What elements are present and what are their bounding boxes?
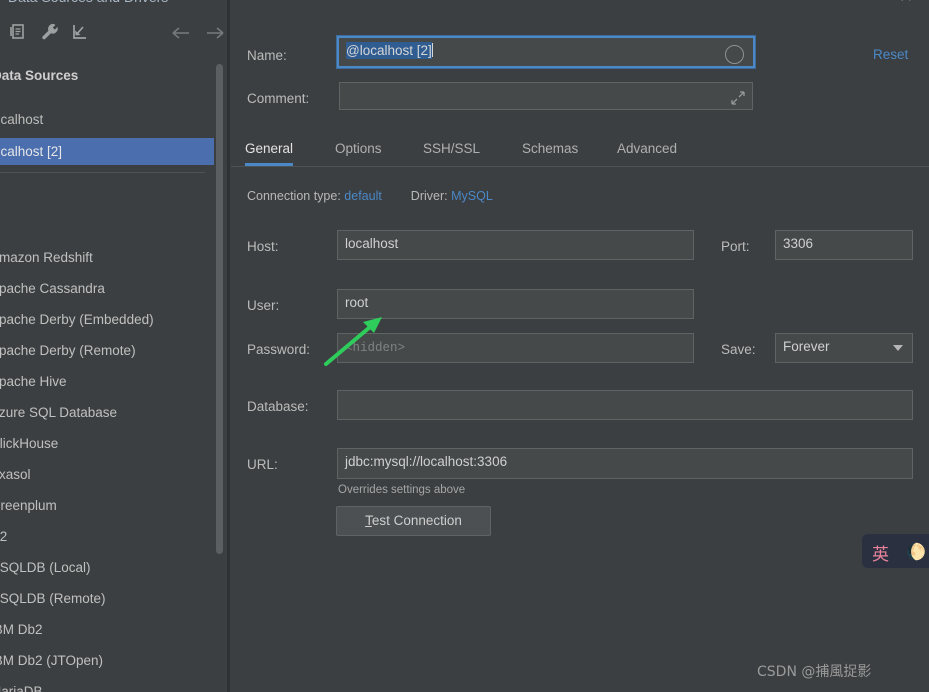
chevron-down-icon: [893, 345, 903, 351]
wrench-icon[interactable]: [38, 20, 62, 44]
close-icon[interactable]: ✕: [897, 0, 915, 6]
driver-item-hsqldb-local[interactable]: HSQLDB (Local): [0, 552, 214, 583]
watermark: CSDN @捕風捉影: [757, 664, 872, 680]
url-label: URL:: [247, 457, 278, 472]
driver-label: Driver:: [410, 189, 448, 203]
moon-icon: 🌔: [906, 544, 926, 561]
driver-item-apache-derby-embedded[interactable]: Apache Derby (Embedded): [0, 304, 214, 335]
driver-item-amazon-redshift[interactable]: Amazon Redshift: [0, 242, 214, 273]
driver-item-greenplum[interactable]: Greenplum: [0, 490, 214, 521]
password-placeholder: <hidden>: [345, 341, 406, 355]
ime-indicator[interactable]: 英 🌔: [862, 534, 929, 568]
url-hint: Overrides settings above: [338, 484, 466, 496]
tab-ssh-ssl[interactable]: SSH/SSL: [423, 134, 480, 166]
connection-tabs[interactable]: General Options SSH/SSL Schemas Advanced: [231, 134, 929, 168]
database-input[interactable]: [337, 390, 913, 420]
panel-divider: [227, 0, 230, 692]
driver-value[interactable]: MySQL: [451, 189, 493, 203]
connection-type-value[interactable]: default: [344, 189, 382, 203]
tab-schemas[interactable]: Schemas: [522, 134, 578, 166]
name-label: Name:: [247, 48, 287, 63]
connection-details-panel: Name: @localhost [2] Reset Comment: Gene…: [231, 12, 929, 692]
connection-type-label: Connection type:: [247, 189, 341, 203]
host-input[interactable]: localhost: [337, 230, 694, 260]
port-label: Port:: [721, 239, 750, 254]
driver-item-mariadb[interactable]: MariaDB: [0, 676, 214, 692]
url-input[interactable]: jdbc:mysql://localhost:3306: [337, 448, 913, 479]
driver-item-clickhouse[interactable]: ClickHouse: [0, 428, 214, 459]
connection-meta-row: Connection type: default Driver: MySQL: [247, 189, 493, 203]
test-connection-button[interactable]: Test Connection: [336, 506, 491, 536]
driver-item-azure-sql-database[interactable]: Azure SQL Database: [0, 397, 214, 428]
comment-input[interactable]: [339, 82, 753, 110]
reset-button[interactable]: Reset: [873, 47, 908, 62]
data-sources-section-header: Data Sources: [0, 68, 79, 83]
window-title: Data Sources and Drivers: [8, 0, 168, 5]
tab-options[interactable]: Options: [335, 134, 382, 166]
data-sources-panel: Data Sources localhost localhost [2] Ama…: [0, 12, 229, 692]
copy-icon[interactable]: [6, 20, 30, 44]
user-input[interactable]: root: [337, 289, 694, 319]
host-label: Host:: [247, 239, 279, 254]
arrow-right-icon[interactable]: [204, 24, 226, 42]
driver-item-apache-hive[interactable]: Apache Hive: [0, 366, 214, 397]
left-panel-toolbar: [0, 12, 228, 52]
user-label: User:: [247, 298, 280, 313]
driver-item-h2[interactable]: H2: [0, 521, 214, 552]
list-divider: [0, 172, 205, 173]
data-source-item-localhost[interactable]: localhost: [0, 106, 214, 133]
password-label: Password:: [247, 342, 311, 357]
color-circle-icon[interactable]: [725, 45, 744, 64]
expand-diagonal-icon[interactable]: [730, 89, 746, 105]
window-titlebar: Data Sources and Drivers ✕: [0, 0, 929, 12]
save-select[interactable]: Forever: [775, 333, 913, 363]
driver-item-apache-derby-remote[interactable]: Apache Derby (Remote): [0, 335, 214, 366]
data-source-item-localhost-2[interactable]: localhost [2]: [0, 138, 214, 165]
tabs-underline: [231, 166, 929, 167]
ime-language-label: 英: [872, 545, 889, 565]
left-panel-scrollbar[interactable]: [216, 64, 223, 554]
test-connection-mnemonic: T: [365, 513, 372, 528]
comment-label: Comment:: [247, 91, 310, 106]
driver-item-ibm-db2-jtopen[interactable]: IBM Db2 (JTOpen): [0, 645, 214, 676]
tab-advanced[interactable]: Advanced: [617, 134, 677, 166]
datagrip-data-sources-dialog: Data Sources and Drivers ✕: [0, 0, 929, 692]
driver-item-exasol[interactable]: Exasol: [0, 459, 214, 490]
name-input[interactable]: @localhost [2]: [336, 35, 756, 69]
tab-general[interactable]: General: [245, 134, 294, 166]
driver-item-ibm-db2[interactable]: IBM Db2: [0, 614, 214, 645]
driver-item-hsqldb-remote[interactable]: HSQLDB (Remote): [0, 583, 214, 614]
password-input[interactable]: <hidden>: [337, 333, 694, 363]
save-label: Save:: [721, 342, 756, 357]
test-connection-label: est Connection: [371, 513, 462, 528]
database-label: Database:: [247, 399, 309, 414]
arrow-left-icon[interactable]: [170, 24, 192, 42]
save-select-value: Forever: [783, 339, 830, 354]
driver-item-apache-cassandra[interactable]: Apache Cassandra: [0, 273, 214, 304]
port-input[interactable]: 3306: [775, 230, 913, 260]
data-sources-tree[interactable]: Data Sources localhost localhost [2] Ama…: [0, 54, 228, 692]
import-arrow-icon[interactable]: [68, 20, 92, 44]
